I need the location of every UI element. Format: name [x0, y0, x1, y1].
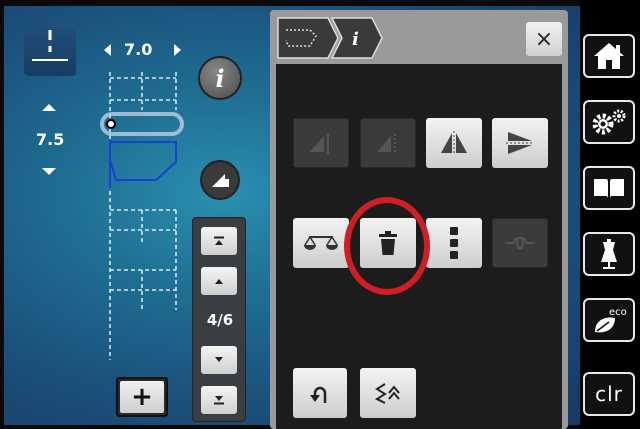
mirror-corner-right-button[interactable]: [360, 118, 416, 168]
chevron-up-icon: [215, 279, 223, 284]
width-increase-arrow[interactable]: [174, 44, 181, 56]
corner-icon: [212, 174, 229, 187]
info-icon: i: [215, 63, 225, 93]
sidebar-item-consultant[interactable]: [583, 232, 635, 276]
breadcrumb-pattern-tab[interactable]: [277, 17, 339, 59]
cursor-point: [106, 119, 116, 129]
mirror-vertical-button[interactable]: [492, 118, 548, 168]
vertical-dots-icon: [450, 227, 458, 259]
needle-position-button[interactable]: [24, 26, 76, 76]
eco-leaf-icon: eco: [595, 307, 627, 333]
sidebar-item-home[interactable]: [583, 34, 635, 78]
jump-to-start-button[interactable]: [201, 227, 237, 255]
plus-icon: +: [120, 381, 164, 413]
zigzag-up-icon: [374, 383, 400, 404]
right-sidebar: eco clr: [580, 0, 640, 429]
more-options-button[interactable]: [426, 218, 482, 268]
corner-left-icon: [310, 134, 329, 154]
needle-icon: [32, 30, 68, 61]
pattern-navigation-panel: 4/6: [192, 217, 246, 422]
balance-scale-icon: [304, 236, 338, 250]
knot-icon: [505, 236, 535, 250]
mirror-horizontal-button[interactable]: [426, 118, 482, 168]
double-up-icon: [214, 236, 224, 245]
info-tab-icon: i: [352, 29, 359, 50]
info-button[interactable]: i: [198, 56, 242, 100]
sidebar-item-clear[interactable]: clr: [583, 372, 635, 416]
breadcrumb-info-tab[interactable]: i: [330, 17, 383, 59]
step-down-button[interactable]: [201, 346, 237, 374]
width-decrease-arrow[interactable]: [104, 44, 111, 56]
long-stitch-button[interactable]: [360, 368, 416, 418]
reverse-sewing-button[interactable]: [293, 368, 347, 418]
dress-form-icon: [601, 239, 617, 269]
chevron-down-icon: [215, 357, 223, 362]
page-indicator: 4/6: [206, 311, 234, 329]
length-decrease-arrow[interactable]: [42, 168, 56, 175]
highlight-ring: [344, 197, 430, 295]
close-button[interactable]: ×: [526, 22, 562, 56]
balance-button[interactable]: [293, 218, 349, 268]
gears-icon: [592, 109, 626, 135]
stitch-width-value: 7.0: [124, 40, 153, 59]
mirror-horizontal-icon: [441, 131, 467, 155]
sidebar-item-setup[interactable]: [583, 100, 635, 144]
clear-label: clr: [595, 382, 623, 406]
step-up-button[interactable]: [201, 267, 237, 295]
stitch-pattern-preview: [100, 72, 184, 360]
corner-shape-button[interactable]: [200, 160, 240, 200]
sidebar-item-tutorial[interactable]: [583, 166, 635, 210]
corner-right-icon: [377, 134, 396, 154]
book-icon: [594, 179, 624, 198]
stitch-length-value: 7.5: [36, 130, 65, 149]
eco-label: eco: [609, 307, 627, 318]
sidebar-item-eco[interactable]: eco: [583, 298, 635, 342]
length-increase-arrow[interactable]: [42, 104, 56, 111]
mirror-corner-left-button[interactable]: [293, 118, 349, 168]
stitch-line: [109, 140, 177, 188]
double-down-icon: [214, 396, 224, 405]
breadcrumb: i: [277, 17, 383, 59]
home-icon: [594, 43, 624, 69]
add-pattern-button[interactable]: +: [116, 377, 168, 417]
reverse-arrow-icon: [310, 386, 327, 403]
securing-stitch-button[interactable]: [492, 218, 548, 268]
jump-to-end-button[interactable]: [201, 386, 237, 414]
mirror-vertical-icon: [506, 132, 534, 154]
